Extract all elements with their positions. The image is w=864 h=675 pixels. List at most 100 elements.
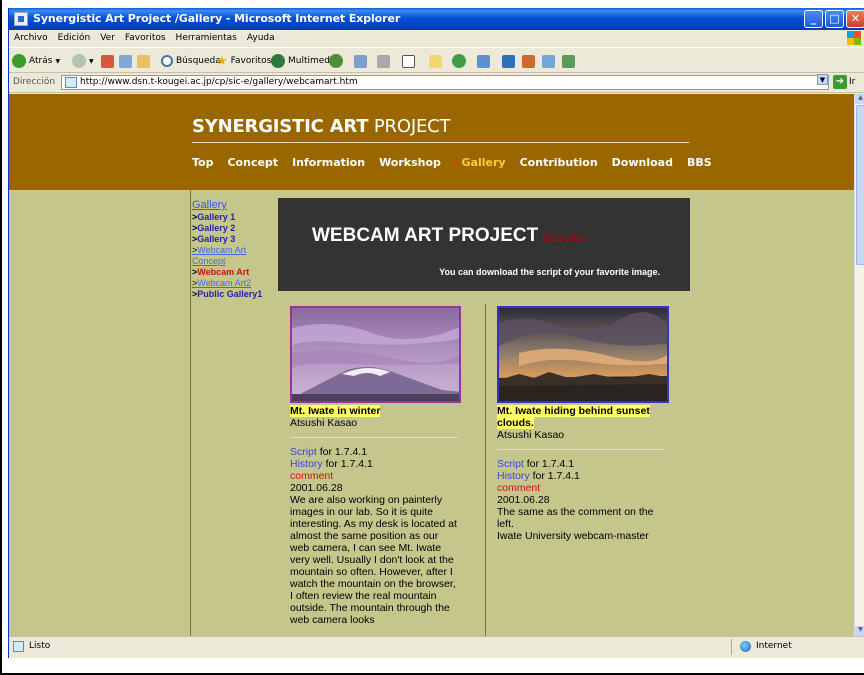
back-dropdown-icon[interactable]: ▼ [55,58,60,65]
menu-bar: Archivo Edición Ver Favoritos Herramientas Ay… [9,30,864,47]
scroll-thumb[interactable] [856,105,864,265]
nav-information[interactable]: Information [292,156,365,172]
tool-button-d[interactable] [562,53,575,69]
column-divider [485,304,486,636]
menu-herramientas[interactable]: Herramientas [171,30,242,46]
comment-affiliation: Iwate University webcam-master [497,530,649,542]
tool-icon [522,54,535,68]
back-button[interactable]: Atrás ▼ [12,53,60,69]
menu-edicion[interactable]: Edición [53,30,96,46]
screen: Synergistic Art Project /Gallery - Micro… [0,0,864,675]
back-label: Atrás [29,56,53,66]
artwork-title: Mt. Iwate hiding behind sunset clouds. [497,405,650,429]
card-divider [497,449,665,450]
frame-border [0,0,2,675]
url-text[interactable]: http://www.dsn.t-kougei.ac.jp/cp/sic-e/g… [80,77,358,87]
site-header: SYNERGISTIC ART PROJECT Top Concept Info… [9,94,854,190]
messenger-button[interactable] [452,53,466,69]
page-status-icon [13,641,24,652]
nav-download[interactable]: Download [612,156,673,172]
edit-button[interactable] [402,53,415,69]
stop-button[interactable] [101,53,114,69]
artwork-image [292,308,459,401]
sidebar-item-gallery-1[interactable]: Gallery 1 [192,212,282,223]
go-button[interactable]: Ir [849,77,855,87]
scroll-up-icon[interactable]: ▲ [855,94,864,104]
vertical-scrollbar[interactable]: ▲ ▼ [854,94,864,636]
menu-favoritos[interactable]: Favoritos [120,30,171,46]
comment-label: comment [497,482,541,494]
research-icon [477,54,490,68]
comment-text: The same as the comment on the left. [497,506,654,530]
research-button[interactable] [477,53,490,69]
title-bar[interactable]: Synergistic Art Project /Gallery - Micro… [9,8,864,30]
url-input[interactable]: http://www.dsn.t-kougei.ac.jp/cp/sic-e/g… [61,75,829,90]
sidebar-item-gallery-3[interactable]: Gallery 3 [192,234,282,245]
sidebar-item-gallery-2[interactable]: Gallery 2 [192,223,282,234]
sidebar-item-webcam-art[interactable]: Webcam Art [192,267,282,278]
status-text: Listo [29,641,51,651]
comment-date: 2001.06.28 [497,494,550,506]
sidebar-item-public-gallery1[interactable]: Public Gallery1 [192,289,282,300]
close-button[interactable]: ✕ [846,10,864,28]
tool-button-a[interactable] [502,53,515,69]
browser-window: Synergistic Art Project /Gallery - Micro… [8,8,864,658]
discuss-button[interactable] [429,53,442,69]
search-icon [161,55,173,67]
banner-subtitle: You can download the script of your favo… [439,267,660,277]
artwork-thumbnail-sunset[interactable] [497,306,669,403]
nav-gallery[interactable]: Gallery [455,156,506,172]
nav-top[interactable]: Top [192,156,213,172]
nav-bbs[interactable]: BBS [687,156,712,172]
top-nav: Top Concept Information Workshop Gallery… [192,156,726,172]
print-button[interactable] [377,53,390,69]
refresh-button[interactable] [119,53,132,69]
tool-button-b[interactable] [522,53,535,69]
history-link[interactable]: History [497,470,530,482]
script-link[interactable]: Script [290,446,317,458]
home-button[interactable] [137,53,150,69]
forward-dropdown-icon[interactable]: ▼ [89,58,94,65]
ie-app-icon[interactable] [14,12,28,26]
favorites-button[interactable]: ★ Favoritos [216,53,271,69]
site-title: SYNERGISTIC ART PROJECT [192,116,450,137]
nav-concept[interactable]: Concept [227,156,278,172]
media-button[interactable]: Multimedia [271,53,338,69]
address-bar: Dirección http://www.dsn.t-kougei.ac.jp/… [9,73,864,93]
search-label: Búsqueda [176,56,221,66]
url-dropdown-icon[interactable]: ▼ [817,74,828,85]
internet-globe-icon [740,641,751,652]
sidebar-item-webcam-art-concept[interactable]: Webcam Art Concept [192,245,282,267]
search-button[interactable]: Búsqueda [161,53,221,69]
forward-button[interactable]: ▼ [72,53,94,69]
script-link[interactable]: Script [497,458,524,470]
sidebar-title-gallery[interactable]: Gallery [192,200,282,211]
gallery-card: Mt. Iwate in winter Atsushi Kasao Script… [290,306,461,626]
refresh-icon [119,54,132,68]
maximize-button[interactable]: □ [825,10,844,28]
page-icon [65,77,77,88]
minimize-button[interactable]: _ [804,10,823,28]
site-title-light: PROJECT [373,116,451,137]
back-arrow-icon [12,54,26,68]
tool-button-c[interactable] [542,53,555,69]
history-button[interactable] [329,53,343,69]
history-link[interactable]: History [290,458,323,470]
menu-ayuda[interactable]: Ayuda [242,30,280,46]
artwork-thumbnail-winter[interactable] [290,306,461,403]
sidebar-item-webcam-art2[interactable]: Webcam Art2 [192,278,282,289]
go-arrow-icon[interactable]: ➔ [833,75,847,89]
nav-workshop[interactable]: Workshop [379,156,441,172]
banner-title-text: WEBCAM ART PROJECT [312,225,539,246]
mail-button[interactable] [354,53,367,69]
windows-logo-icon [847,31,861,45]
history-version: for 1.7.4.1 [529,470,580,482]
status-bar: Listo Internet [9,636,864,658]
menu-ver[interactable]: Ver [95,30,120,46]
menu-archivo[interactable]: Archivo [9,30,53,46]
header-divider [192,142,689,143]
nav-contribution[interactable]: Contribution [520,156,598,172]
scroll-down-icon[interactable]: ▼ [855,626,864,636]
page-viewport: SYNERGISTIC ART PROJECT Top Concept Info… [9,94,854,636]
sidebar-divider [190,190,191,636]
